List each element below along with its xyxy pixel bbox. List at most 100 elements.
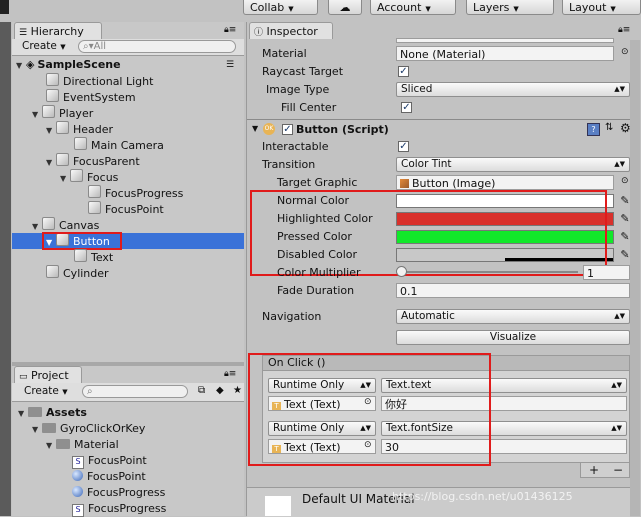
layout-label: Layout: [569, 1, 607, 14]
interactable-checkbox[interactable]: ✓: [398, 141, 409, 152]
project-item-focusprogress-shader[interactable]: S FocusProgress: [72, 501, 166, 517]
expand-arrow-icon[interactable]: ▼: [46, 155, 56, 171]
left-edge-icon: [0, 0, 9, 14]
image-component-icon: [400, 179, 409, 188]
color-multiplier-field[interactable]: 1: [583, 265, 630, 280]
tree-item-player[interactable]: ▼ Player: [32, 105, 93, 121]
tree-item-main-camera[interactable]: Main Camera: [74, 137, 164, 153]
collab-button[interactable]: Collab ▼: [243, 0, 318, 15]
navigation-dropdown[interactable]: Automatic ▲▼: [396, 309, 630, 324]
expand-arrow-icon[interactable]: ▼: [46, 123, 56, 139]
interactable-label: Interactable: [262, 140, 329, 153]
tree-item-directional-light[interactable]: Directional Light: [46, 73, 153, 89]
tab-hierarchy[interactable]: ☰ Hierarchy: [14, 22, 102, 39]
tree-item-header[interactable]: ▼ Header: [46, 121, 113, 137]
layout-button[interactable]: Layout ▼: [562, 0, 641, 15]
folder-icon: [56, 439, 70, 449]
tree-item-label: Cylinder: [63, 267, 109, 280]
image-type-value: Sliced: [401, 83, 433, 95]
eyedropper-icon[interactable]: ✎: [619, 248, 631, 261]
project-item-focusprogress-material[interactable]: FocusProgress: [72, 485, 165, 501]
project-item-label: FocusPoint: [87, 470, 146, 483]
hierarchy-search-input[interactable]: ⌕▾All: [78, 40, 236, 53]
expand-arrow-icon[interactable]: ▼: [46, 438, 56, 454]
color-field-partial[interactable]: [396, 38, 614, 43]
raycast-target-checkbox[interactable]: ✓: [398, 66, 409, 77]
tree-item-focuspoint[interactable]: FocusPoint: [88, 201, 164, 217]
project-item-label: GyroClickOrKey: [60, 422, 146, 435]
expand-arrow-icon[interactable]: ▼: [32, 107, 42, 123]
search-icon: ⌕▾: [83, 41, 94, 52]
project-panel: ▭ Project 🔒︎≡ Create ▼ ⌕ ⧉ ◆ ★ ▼ Assets ▼…: [12, 362, 244, 517]
foldout-arrow-icon[interactable]: ▼: [252, 124, 258, 133]
scene-root[interactable]: ▼ ◈ SampleScene ☰: [16, 57, 244, 73]
cloud-button[interactable]: ☁: [328, 0, 362, 15]
transition-dropdown[interactable]: Color Tint ▲▼: [396, 157, 630, 172]
add-event-button[interactable]: +: [589, 463, 599, 477]
project-item-focuspoint-shader[interactable]: S FocusPoint: [72, 453, 147, 469]
image-type-dropdown[interactable]: Sliced ▲▼: [396, 82, 630, 97]
target-graphic-field[interactable]: Button (Image): [396, 175, 614, 190]
tree-item-label: Player: [59, 107, 94, 120]
button-enabled-checkbox[interactable]: ✓: [282, 124, 293, 135]
dropdown-arrow-icon: ▼: [425, 5, 431, 13]
account-button[interactable]: Account ▼: [370, 0, 456, 15]
layers-button[interactable]: Layers ▼: [466, 0, 554, 15]
tab-project[interactable]: ▭ Project: [14, 366, 82, 383]
preset-icon[interactable]: ⇅: [605, 122, 613, 133]
expand-arrow-icon[interactable]: ▼: [16, 58, 26, 74]
filter-by-label-icon[interactable]: ◆: [216, 385, 224, 396]
project-item-focuspoint-material[interactable]: FocusPoint: [72, 469, 146, 485]
tree-item-label: FocusParent: [73, 155, 140, 168]
tree-item-focusparent[interactable]: ▼ FocusParent: [46, 153, 140, 169]
gameobject-icon: [88, 201, 101, 214]
tab-inspector[interactable]: ⓘ Inspector: [249, 22, 333, 39]
scene-menu-icon[interactable]: ☰: [226, 57, 234, 73]
onclick-highlight-box: [248, 353, 491, 466]
slider-thumb[interactable]: [396, 266, 407, 277]
project-create-button[interactable]: Create ▼: [24, 385, 68, 397]
lock-icon[interactable]: 🔒︎≡: [224, 369, 236, 379]
project-item-assets[interactable]: ▼ Assets: [18, 405, 87, 421]
visualize-button[interactable]: Visualize: [396, 330, 630, 345]
tree-item-focus[interactable]: ▼ Focus: [60, 169, 118, 185]
dropdown-arrow-icon: ▲▼: [614, 160, 625, 168]
eyedropper-icon[interactable]: ✎: [619, 194, 631, 207]
fade-duration-field[interactable]: 0.1: [396, 283, 630, 298]
object-picker-icon[interactable]: ⊙: [621, 176, 629, 186]
tree-item-label: Focus: [87, 171, 119, 184]
tree-item-eventsystem[interactable]: EventSystem: [46, 89, 136, 105]
transition-value: Color Tint: [401, 158, 452, 170]
expand-arrow-icon[interactable]: ▼: [60, 171, 70, 187]
button-component-title: Button (Script): [296, 123, 389, 136]
expand-arrow-icon[interactable]: ▼: [32, 422, 42, 438]
gameobject-icon: [42, 217, 55, 230]
create-label: Create: [22, 40, 57, 52]
fill-center-checkbox[interactable]: ✓: [401, 102, 412, 113]
gameobject-icon: [88, 185, 101, 198]
material-field[interactable]: None (Material): [396, 46, 614, 61]
visualize-label: Visualize: [489, 331, 537, 343]
project-search-input[interactable]: ⌕: [82, 385, 188, 398]
tree-item-focusprogress[interactable]: FocusProgress: [88, 185, 183, 201]
expand-arrow-icon[interactable]: ▼: [18, 406, 28, 422]
tree-item-cylinder[interactable]: Cylinder: [46, 265, 109, 281]
project-item-material[interactable]: ▼ Material: [46, 437, 119, 453]
eyedropper-icon[interactable]: ✎: [619, 212, 631, 225]
lock-icon[interactable]: 🔒︎≡: [224, 25, 236, 35]
inspector-scrollbar[interactable]: [630, 40, 640, 516]
project-item-gyroclickorkey[interactable]: ▼ GyroClickOrKey: [32, 421, 145, 437]
gear-icon[interactable]: ⚙: [620, 121, 631, 135]
material-sphere-icon: [72, 470, 83, 481]
star-icon[interactable]: ★: [233, 385, 242, 396]
tree-item-canvas[interactable]: ▼ Canvas: [32, 217, 99, 233]
help-icon[interactable]: ?: [587, 123, 600, 136]
tree-item-text[interactable]: Text: [74, 249, 113, 265]
remove-event-button[interactable]: −: [613, 463, 623, 477]
color-multiplier-slider[interactable]: [398, 271, 578, 273]
hierarchy-create-button[interactable]: Create ▼: [22, 40, 66, 52]
object-picker-icon[interactable]: ⊙: [621, 47, 629, 57]
eyedropper-icon[interactable]: ✎: [619, 230, 631, 243]
filter-by-type-icon[interactable]: ⧉: [198, 385, 205, 396]
lock-icon[interactable]: 🔒︎≡: [618, 25, 630, 35]
